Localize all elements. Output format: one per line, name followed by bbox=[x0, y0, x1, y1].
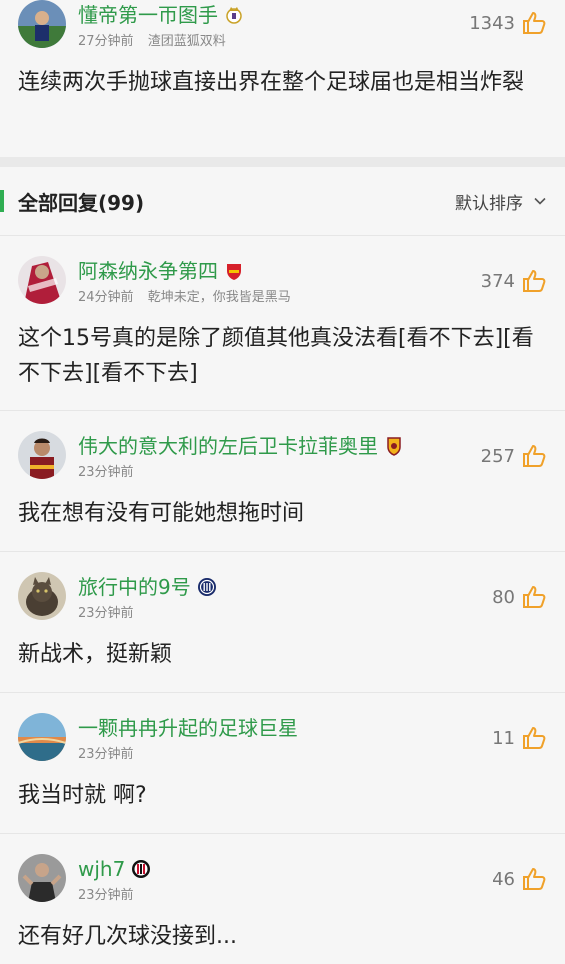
avatar[interactable] bbox=[18, 0, 66, 48]
comment-time: 23分钟前 bbox=[78, 747, 134, 762]
thumbs-up-icon bbox=[523, 270, 546, 292]
like-button[interactable]: 257 bbox=[481, 443, 547, 469]
username[interactable]: 懂帝第一帀图手 bbox=[78, 2, 218, 28]
user-team: 渣团蓝狐双料 bbox=[147, 34, 226, 49]
like-count: 374 bbox=[480, 270, 515, 292]
sort-dropdown[interactable]: 默认排序 bbox=[455, 189, 547, 214]
reply-item[interactable]: 伟大的意大利的左后卫卡拉菲奥里 23分钟前 257 我在想有没有可能她想拖时间 bbox=[0, 411, 565, 551]
reply-item[interactable]: wjh7 23分钟前 46 还有好几次球没接到... bbox=[0, 834, 565, 964]
sort-label: 默认排序 bbox=[455, 193, 523, 214]
reply-item[interactable]: 阿森纳永争第四 24分钟前 乾坤未定，你我皆是黑马 374 这个15号真的是除了… bbox=[0, 236, 565, 410]
comment-time: 24分钟前 bbox=[78, 290, 134, 305]
section-divider bbox=[0, 157, 565, 167]
thumbs-up-icon bbox=[523, 586, 546, 608]
user-note: 乾坤未定，你我皆是黑马 bbox=[147, 290, 291, 305]
like-button[interactable]: 11 bbox=[492, 725, 547, 751]
replies-header: 全部回复(99) 默认排序 bbox=[0, 167, 565, 235]
thumbs-up-icon bbox=[523, 868, 546, 890]
comment-content: 我在想有没有可能她想拖时间 bbox=[18, 501, 305, 526]
like-count: 257 bbox=[480, 445, 515, 467]
comments-page: 懂帝第一帀图手 27分钟前 渣团蓝狐双料 1343 连续两次手抛球直接出界在整个… bbox=[0, 0, 565, 964]
avatar[interactable] bbox=[18, 572, 66, 620]
comment-content: 新战术，挺新颖 bbox=[18, 642, 173, 667]
top-comment[interactable]: 懂帝第一帀图手 27分钟前 渣团蓝狐双料 1343 连续两次手抛球直接出界在整个… bbox=[0, 0, 565, 157]
username[interactable]: wjh7 bbox=[78, 856, 125, 882]
roma-badge-icon bbox=[384, 436, 404, 456]
real-madrid-badge-icon bbox=[224, 5, 244, 25]
username[interactable]: 一颗冉冉升起的足球巨星 bbox=[78, 715, 298, 741]
inter-badge-icon bbox=[197, 577, 217, 597]
like-button[interactable]: 46 bbox=[492, 866, 547, 892]
thumbs-up-icon bbox=[523, 727, 546, 749]
arsenal-badge-icon bbox=[224, 261, 244, 281]
like-button[interactable]: 1343 bbox=[469, 10, 547, 36]
avatar[interactable] bbox=[18, 256, 66, 304]
comment-time: 27分钟前 bbox=[78, 34, 134, 49]
comment-content: 我当时就 啊? bbox=[18, 783, 147, 808]
like-count: 11 bbox=[492, 727, 515, 749]
like-count: 1343 bbox=[469, 12, 515, 34]
section-title: 全部回复(99) bbox=[18, 190, 145, 215]
comment-time: 23分钟前 bbox=[78, 465, 134, 480]
comment-content: 还有好几次球没接到... bbox=[18, 924, 237, 949]
section-accent-bar bbox=[0, 190, 4, 212]
thumbs-up-icon bbox=[523, 445, 546, 467]
comment-content: 这个15号真的是除了颜值其他真没法看[看不下去][看不下去][看不下去] bbox=[18, 326, 534, 386]
avatar[interactable] bbox=[18, 431, 66, 479]
comment-content: 连续两次手抛球直接出界在整个足球届也是相当炸裂 bbox=[18, 70, 525, 95]
reply-item[interactable]: 一颗冉冉升起的足球巨星 23分钟前 11 我当时就 啊? bbox=[0, 693, 565, 833]
username[interactable]: 伟大的意大利的左后卫卡拉菲奥里 bbox=[78, 433, 378, 459]
ac-milan-badge-icon bbox=[131, 859, 151, 879]
comment-time: 23分钟前 bbox=[78, 606, 134, 621]
like-button[interactable]: 374 bbox=[481, 268, 547, 294]
username[interactable]: 阿森纳永争第四 bbox=[78, 258, 218, 284]
like-count: 46 bbox=[492, 868, 515, 890]
username[interactable]: 旅行中的9号 bbox=[78, 574, 191, 600]
like-button[interactable]: 80 bbox=[492, 584, 547, 610]
thumbs-up-icon bbox=[523, 12, 546, 34]
avatar[interactable] bbox=[18, 854, 66, 902]
chevron-down-icon bbox=[534, 197, 546, 205]
like-count: 80 bbox=[492, 586, 515, 608]
comment-time: 23分钟前 bbox=[78, 888, 134, 903]
avatar[interactable] bbox=[18, 713, 66, 761]
reply-item[interactable]: 旅行中的9号 23分钟前 80 新战术，挺新颖 bbox=[0, 552, 565, 692]
